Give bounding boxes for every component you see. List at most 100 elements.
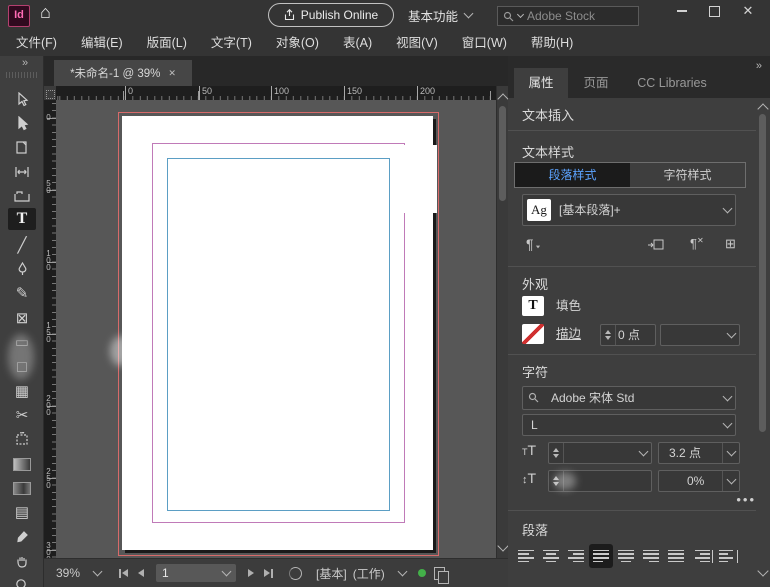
stroke-weight-stepper[interactable]: 0 点 bbox=[600, 324, 656, 346]
gradient-feather-tool[interactable] bbox=[0, 477, 44, 499]
close-button[interactable]: ✕ bbox=[734, 0, 762, 22]
spacing-field[interactable]: 0% bbox=[658, 470, 740, 492]
first-page-button[interactable] bbox=[119, 569, 128, 578]
font-size-field[interactable] bbox=[548, 442, 652, 464]
pencil-tool[interactable]: ✎ bbox=[0, 282, 44, 304]
scrollbar-thumb[interactable] bbox=[499, 106, 506, 201]
tab-properties[interactable]: 属性 bbox=[514, 68, 568, 98]
ruler-origin[interactable] bbox=[44, 86, 56, 100]
more-options-icon[interactable]: ••• bbox=[736, 492, 756, 507]
menu-type[interactable]: 文字(T) bbox=[199, 30, 264, 56]
eyedropper-tool[interactable] bbox=[0, 526, 44, 548]
panel-tab-bar: 属性 页面 CC Libraries » bbox=[508, 56, 770, 98]
scroll-up-icon[interactable] bbox=[497, 93, 508, 104]
justify-last-center-button[interactable] bbox=[614, 544, 638, 568]
style-name: [基本段落]+ bbox=[559, 195, 621, 225]
line-tool[interactable]: ╱ bbox=[0, 234, 44, 256]
clear-overrides-button[interactable]: ¶✕ bbox=[690, 236, 704, 251]
stroke-type-dropdown[interactable] bbox=[660, 324, 740, 346]
page-number-field[interactable]: 1 bbox=[156, 564, 236, 582]
canvas-vertical-scrollbar[interactable] bbox=[496, 86, 508, 558]
stroke-swatch[interactable] bbox=[522, 324, 544, 344]
stepper-arrows-icon[interactable] bbox=[549, 443, 564, 463]
align-away-spine-button[interactable] bbox=[716, 544, 740, 568]
panel-grip[interactable] bbox=[6, 72, 38, 78]
justify-all-button[interactable] bbox=[664, 544, 688, 568]
redefine-style-button[interactable] bbox=[648, 238, 664, 256]
home-icon[interactable]: ⌂ bbox=[40, 2, 51, 23]
properties-panel: 属性 页面 CC Libraries » 文本插入 文本样式 段落样式 字符样式… bbox=[508, 56, 770, 587]
collapse-panel-icon[interactable]: » bbox=[22, 57, 27, 69]
justify-last-left-button[interactable] bbox=[589, 544, 613, 568]
last-page-button[interactable] bbox=[264, 569, 273, 578]
scroll-up-icon[interactable] bbox=[757, 103, 768, 114]
content-collector-tool[interactable] bbox=[0, 185, 44, 207]
menu-window[interactable]: 窗口(W) bbox=[450, 30, 519, 56]
fill-swatch[interactable]: T bbox=[522, 296, 544, 316]
minimize-button[interactable] bbox=[668, 0, 696, 22]
align-center-button[interactable] bbox=[539, 544, 563, 568]
pasteboard[interactable] bbox=[56, 100, 496, 558]
ruler-label: 250 bbox=[45, 468, 52, 489]
stroke-label[interactable]: 描边 bbox=[556, 324, 581, 344]
preflight-icon[interactable] bbox=[289, 567, 302, 580]
text-frame[interactable] bbox=[167, 158, 390, 511]
scroll-down-icon[interactable] bbox=[497, 540, 508, 551]
document-tab[interactable]: *未命名-1 @ 39% ✕ bbox=[54, 60, 192, 86]
menu-object[interactable]: 对象(O) bbox=[264, 30, 331, 56]
zoom-tool[interactable] bbox=[0, 574, 44, 587]
paragraph-style-dropdown[interactable]: Ag [基本段落]+ bbox=[522, 194, 736, 226]
new-style-button[interactable]: ⊞ bbox=[725, 236, 736, 252]
menu-help[interactable]: 帮助(H) bbox=[519, 30, 585, 56]
preflight-menu-chevron-icon[interactable] bbox=[397, 567, 407, 577]
note-tool[interactable]: ▤ bbox=[0, 501, 44, 523]
character-title: 字符 bbox=[522, 362, 548, 381]
rectangle-frame-tool[interactable]: ⊠ bbox=[0, 307, 44, 329]
paragraph-formatting-menu[interactable]: ¶ bbox=[526, 236, 541, 252]
type-tool[interactable]: T bbox=[8, 208, 36, 230]
publish-online-button[interactable]: Publish Online bbox=[268, 3, 394, 27]
scissors-tool[interactable]: ✂ bbox=[0, 404, 44, 426]
font-style-dropdown[interactable]: L bbox=[522, 414, 736, 436]
workspace-switcher[interactable]: 基本功能 bbox=[408, 0, 472, 30]
gradient-swatch-tool[interactable] bbox=[0, 453, 44, 475]
maximize-button[interactable] bbox=[700, 0, 728, 22]
menu-file[interactable]: 文件(F) bbox=[4, 30, 69, 56]
free-transform-tool[interactable] bbox=[0, 428, 44, 450]
direct-selection-tool[interactable] bbox=[0, 112, 44, 134]
adobe-stock-search-input[interactable]: Adobe Stock bbox=[497, 6, 639, 26]
leading-field[interactable]: 3.2 点 bbox=[658, 442, 740, 464]
tab-cc-libraries[interactable]: CC Libraries bbox=[624, 68, 720, 98]
gap-tool[interactable] bbox=[0, 161, 44, 183]
scroll-down-icon[interactable] bbox=[757, 565, 768, 576]
justify-last-right-button[interactable] bbox=[639, 544, 663, 568]
menu-view[interactable]: 视图(V) bbox=[384, 30, 450, 56]
zoom-level[interactable]: 39% bbox=[56, 566, 80, 580]
page-tool[interactable] bbox=[0, 136, 44, 158]
panel-scrollbar[interactable] bbox=[758, 100, 767, 581]
align-left-button[interactable] bbox=[514, 544, 538, 568]
menu-table[interactable]: 表(A) bbox=[331, 30, 384, 56]
collapse-panel-icon[interactable]: » bbox=[756, 60, 762, 72]
zoom-chevron-icon[interactable] bbox=[93, 567, 103, 577]
previous-page-button[interactable] bbox=[138, 569, 144, 577]
no-errors-indicator bbox=[418, 569, 426, 577]
stepper-arrows-icon[interactable] bbox=[601, 325, 616, 345]
hand-tool[interactable] bbox=[0, 550, 44, 572]
align-right-button[interactable] bbox=[564, 544, 588, 568]
page-list-chevron-icon[interactable] bbox=[222, 567, 232, 577]
scrollbar-thumb[interactable] bbox=[759, 114, 766, 432]
character-styles-tab[interactable]: 字符样式 bbox=[630, 163, 745, 187]
menu-edit[interactable]: 编辑(E) bbox=[69, 30, 135, 56]
tab-pages[interactable]: 页面 bbox=[572, 68, 620, 98]
paragraph-styles-tab[interactable]: 段落样式 bbox=[515, 163, 630, 187]
font-family-dropdown[interactable]: Adobe 宋体 Std bbox=[522, 386, 736, 410]
pen-tool[interactable] bbox=[0, 258, 44, 280]
grid-tool[interactable]: ▦ bbox=[0, 380, 44, 402]
tab-close-icon[interactable]: ✕ bbox=[168, 68, 176, 79]
align-toward-spine-button[interactable] bbox=[691, 544, 715, 568]
next-page-button[interactable] bbox=[248, 569, 254, 577]
menu-layout[interactable]: 版面(L) bbox=[135, 30, 199, 56]
preflight-profile[interactable]: [基本] bbox=[316, 565, 347, 582]
selection-tool[interactable] bbox=[0, 88, 44, 110]
